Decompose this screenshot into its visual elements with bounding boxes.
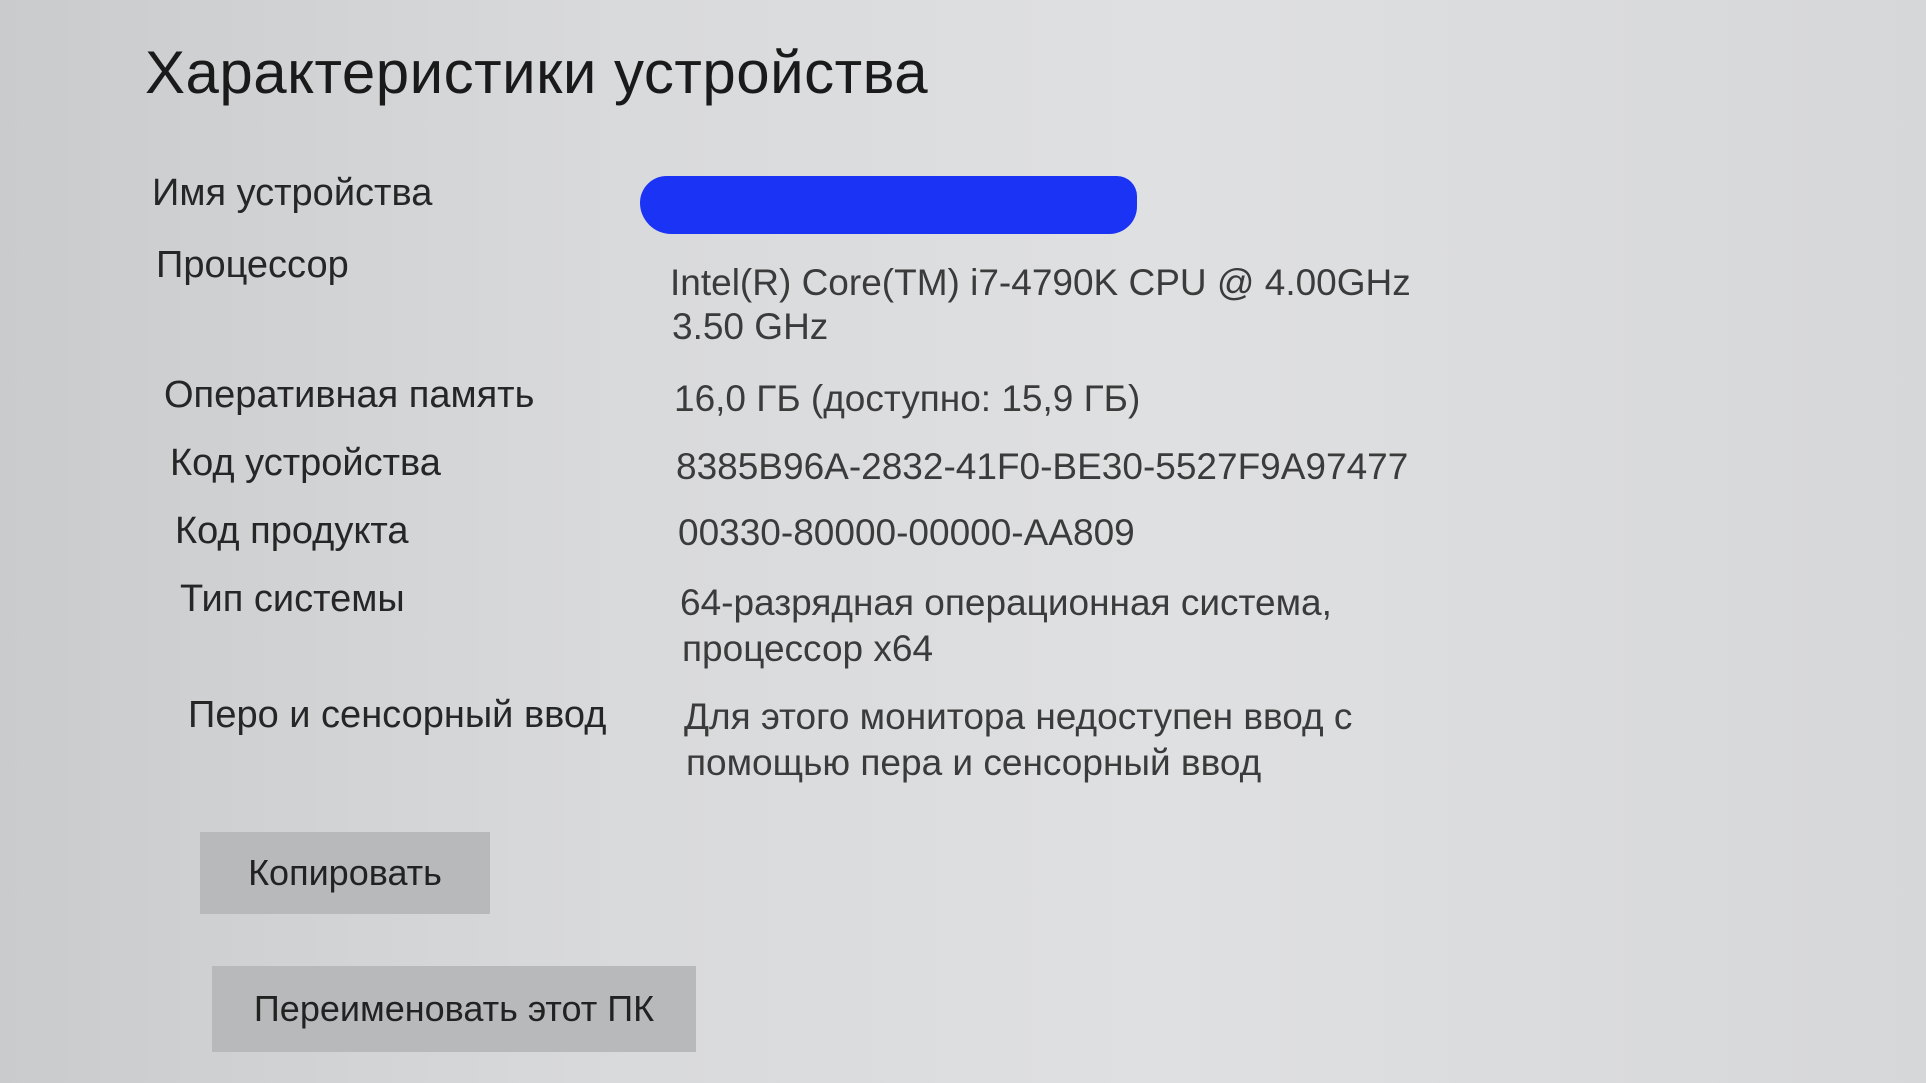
product-id-label: Код продукта xyxy=(175,510,409,552)
processor-value-line1: Intel(R) Core(TM) i7-4790K CPU @ 4.00GHz xyxy=(670,262,1411,303)
pen-touch-value-line2: помощью пера и сенсорный ввод xyxy=(686,742,1262,783)
device-name-label: Имя устройства xyxy=(152,172,433,214)
device-id-label: Код устройства xyxy=(170,442,441,484)
device-id-value: 8385B96A-2832-41F0-BE30-5527F9A97477 xyxy=(676,446,1409,487)
pen-touch-label: Перо и сенсорный ввод xyxy=(188,694,607,736)
device-specifications-panel: Характеристики устройства Имя устройства… xyxy=(0,0,1926,1083)
system-type-label: Тип системы xyxy=(180,578,405,620)
rename-pc-button[interactable]: Переименовать этот ПК xyxy=(212,966,696,1052)
ram-value: 16,0 ГБ (доступно: 15,9 ГБ) xyxy=(674,378,1141,419)
system-type-value-line2: процессор x64 xyxy=(682,628,934,669)
ram-label: Оперативная память xyxy=(164,374,535,416)
page-title: Характеристики устройства xyxy=(145,39,929,106)
device-name-redaction xyxy=(640,176,1137,234)
processor-label: Процессор xyxy=(156,244,349,286)
system-type-value-line1: 64-разрядная операционная система, xyxy=(680,582,1332,623)
processor-value-line2: 3.50 GHz xyxy=(672,306,829,347)
pen-touch-value-line1: Для этого монитора недоступен ввод с xyxy=(684,696,1353,737)
product-id-value: 00330-80000-00000-AA809 xyxy=(678,512,1135,553)
copy-button[interactable]: Копировать xyxy=(200,832,490,914)
